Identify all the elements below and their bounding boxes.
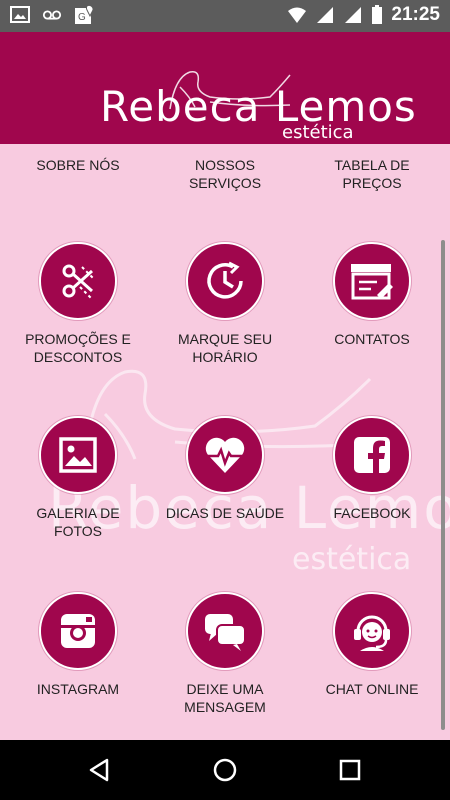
menu-item-deixe-mensagem[interactable]: DEIXE UMA MENSAGEM [160,592,290,716]
menu-item-label: CHAT ONLINE [325,681,419,697]
menu-item-label: GALERIA DE FOTOS [36,505,120,539]
menu-item-label: FACEBOOK [333,505,411,521]
menu-item-marque-horario[interactable]: MARQUE SEU HORÁRIO [160,242,290,366]
chat-online-button[interactable] [333,592,411,670]
svg-text:G: G [78,12,86,23]
maps-icon: G [75,5,94,24]
chat-bubbles-icon [205,614,246,651]
app-header: Rebeca Lemos estética [0,32,450,144]
instagram-button[interactable] [39,592,117,670]
clock: 21:25 [391,4,440,25]
menu-item-facebook[interactable]: FACEBOOK [307,416,437,522]
voicemail-icon [42,10,62,20]
menu-item-nossos-servicos[interactable]: NOSSOS SERVIÇOS [160,156,290,192]
navigation-bar [0,740,450,800]
instagram-icon [61,614,95,648]
menu-item-galeria[interactable]: GALERIA DE FOTOS [13,416,143,540]
galeria-button[interactable] [39,416,117,494]
menu-item-tabela-de-precos[interactable]: TABELA DE PREÇOS [307,156,437,192]
menu-item-label: CONTATOS [334,331,410,347]
signal-icon [345,7,362,23]
contacts-icon [351,264,393,300]
home-button[interactable] [210,755,240,785]
menu-item-sobre-nos[interactable]: SOBRE NÓS [13,156,143,174]
dicas-saude-button[interactable] [186,416,264,494]
menu-item-label: INSTAGRAM [36,681,120,697]
menu-item-dicas-saude[interactable]: DICAS DE SAÚDE [160,416,290,522]
recents-button[interactable] [335,755,365,785]
menu-item-label: TABELA DE PREÇOS [334,157,410,191]
back-triangle-icon [89,758,109,782]
clock-icon [207,261,243,299]
back-button[interactable] [84,755,114,785]
brand-name: Rebeca Lemos [100,82,417,131]
facebook-button[interactable] [333,416,411,494]
promocoes-button[interactable] [39,242,117,320]
menu-item-label: NOSSOS SERVIÇOS [188,157,262,191]
status-bar: G 21:25 [0,0,450,32]
home-circle-icon [213,758,237,782]
menu-item-label: DEIXE UMA MENSAGEM [184,681,266,715]
support-agent-icon [354,615,390,651]
image-icon [10,6,30,23]
gallery-icon [59,437,97,473]
contatos-button[interactable] [333,242,411,320]
watermark-brand-subtitle: estética [292,542,412,577]
menu-item-label: PROMOÇÕES E DESCONTOS [25,331,131,365]
marque-horario-button[interactable] [186,242,264,320]
menu-item-promocoes[interactable]: PROMOÇÕES E DESCONTOS [13,242,143,366]
signal-icon [317,7,334,23]
brand-subtitle: estética [282,122,354,143]
menu-item-label: SOBRE NÓS [36,157,120,173]
heart-icon [205,437,245,473]
scissors-icon [62,264,95,300]
wifi-icon [288,7,307,23]
menu-item-label: MARQUE SEU HORÁRIO [177,331,273,365]
deixe-mensagem-button[interactable] [186,592,264,670]
menu-item-chat-online[interactable]: CHAT ONLINE [307,592,437,698]
menu-grid: Rebeca Lemos estética SOBRE NÓS NOSSOS S… [0,144,450,740]
battery-icon [372,5,383,24]
menu-item-contatos[interactable]: CONTATOS [307,242,437,348]
scrollbar[interactable] [441,240,445,730]
recents-square-icon [339,759,361,781]
menu-item-label: DICAS DE SAÚDE [165,505,285,521]
facebook-icon [354,437,390,473]
menu-item-instagram[interactable]: INSTAGRAM [13,592,143,698]
